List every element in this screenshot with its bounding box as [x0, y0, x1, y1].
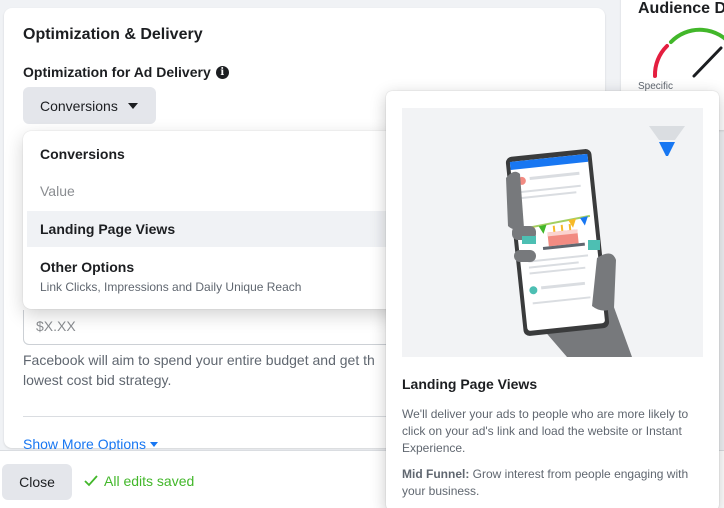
menu-item-value[interactable]: Value — [27, 174, 399, 208]
optimization-label-text: Optimization for Ad Delivery — [23, 64, 211, 80]
optimization-menu: Conversions Value Landing Page Views Oth… — [23, 131, 403, 309]
tooltip-title: Landing Page Views — [402, 376, 538, 392]
other-options-sublabel: Link Clicks, Impressions and Daily Uniqu… — [40, 280, 302, 294]
optimization-label: Optimization for Ad Delivery i — [23, 64, 229, 80]
section-title: Optimization & Delivery — [23, 26, 203, 43]
tooltip-funnel-stage: Mid Funnel: Grow interest from people en… — [402, 466, 704, 500]
funnel-stage-label: Mid Funnel: — [402, 467, 470, 481]
menu-item-conversions[interactable]: Conversions — [27, 137, 399, 171]
dropdown-value: Conversions — [40, 97, 118, 114]
menu-item-landing-page-views[interactable]: Landing Page Views — [27, 211, 399, 247]
caret-down-icon — [149, 441, 158, 447]
save-status-text: All edits saved — [104, 473, 195, 489]
optimization-dropdown-button[interactable]: Conversions — [23, 87, 156, 124]
divider — [23, 416, 388, 417]
help-text-line-1: Facebook will aim to spend your entire b… — [23, 352, 375, 368]
audience-title: Audience D — [638, 0, 724, 17]
tooltip-description: We'll deliver your ads to people who are… — [402, 407, 689, 455]
other-options-label: Other Options — [40, 259, 135, 275]
save-status: All edits saved — [84, 473, 194, 489]
check-icon — [84, 475, 98, 487]
caret-down-icon — [127, 102, 138, 109]
landing-page-illustration — [402, 108, 703, 357]
close-button[interactable]: Close — [2, 464, 72, 500]
bid-help-text: Facebook will aim to spend your entire b… — [23, 350, 388, 390]
help-text-line-2: lowest cost bid strategy. — [23, 372, 172, 388]
bid-amount-input[interactable]: $X.XX — [23, 310, 403, 345]
landing-page-views-tooltip: Landing Page Views We'll deliver your ad… — [386, 91, 719, 508]
phone-in-hand-illustration — [505, 126, 685, 357]
audience-gauge-icon — [652, 27, 724, 78]
info-icon[interactable]: i — [215, 65, 229, 79]
funnel-icon — [649, 126, 685, 156]
menu-item-other-options[interactable]: Other Options Link Clicks, Impressions a… — [27, 251, 399, 303]
